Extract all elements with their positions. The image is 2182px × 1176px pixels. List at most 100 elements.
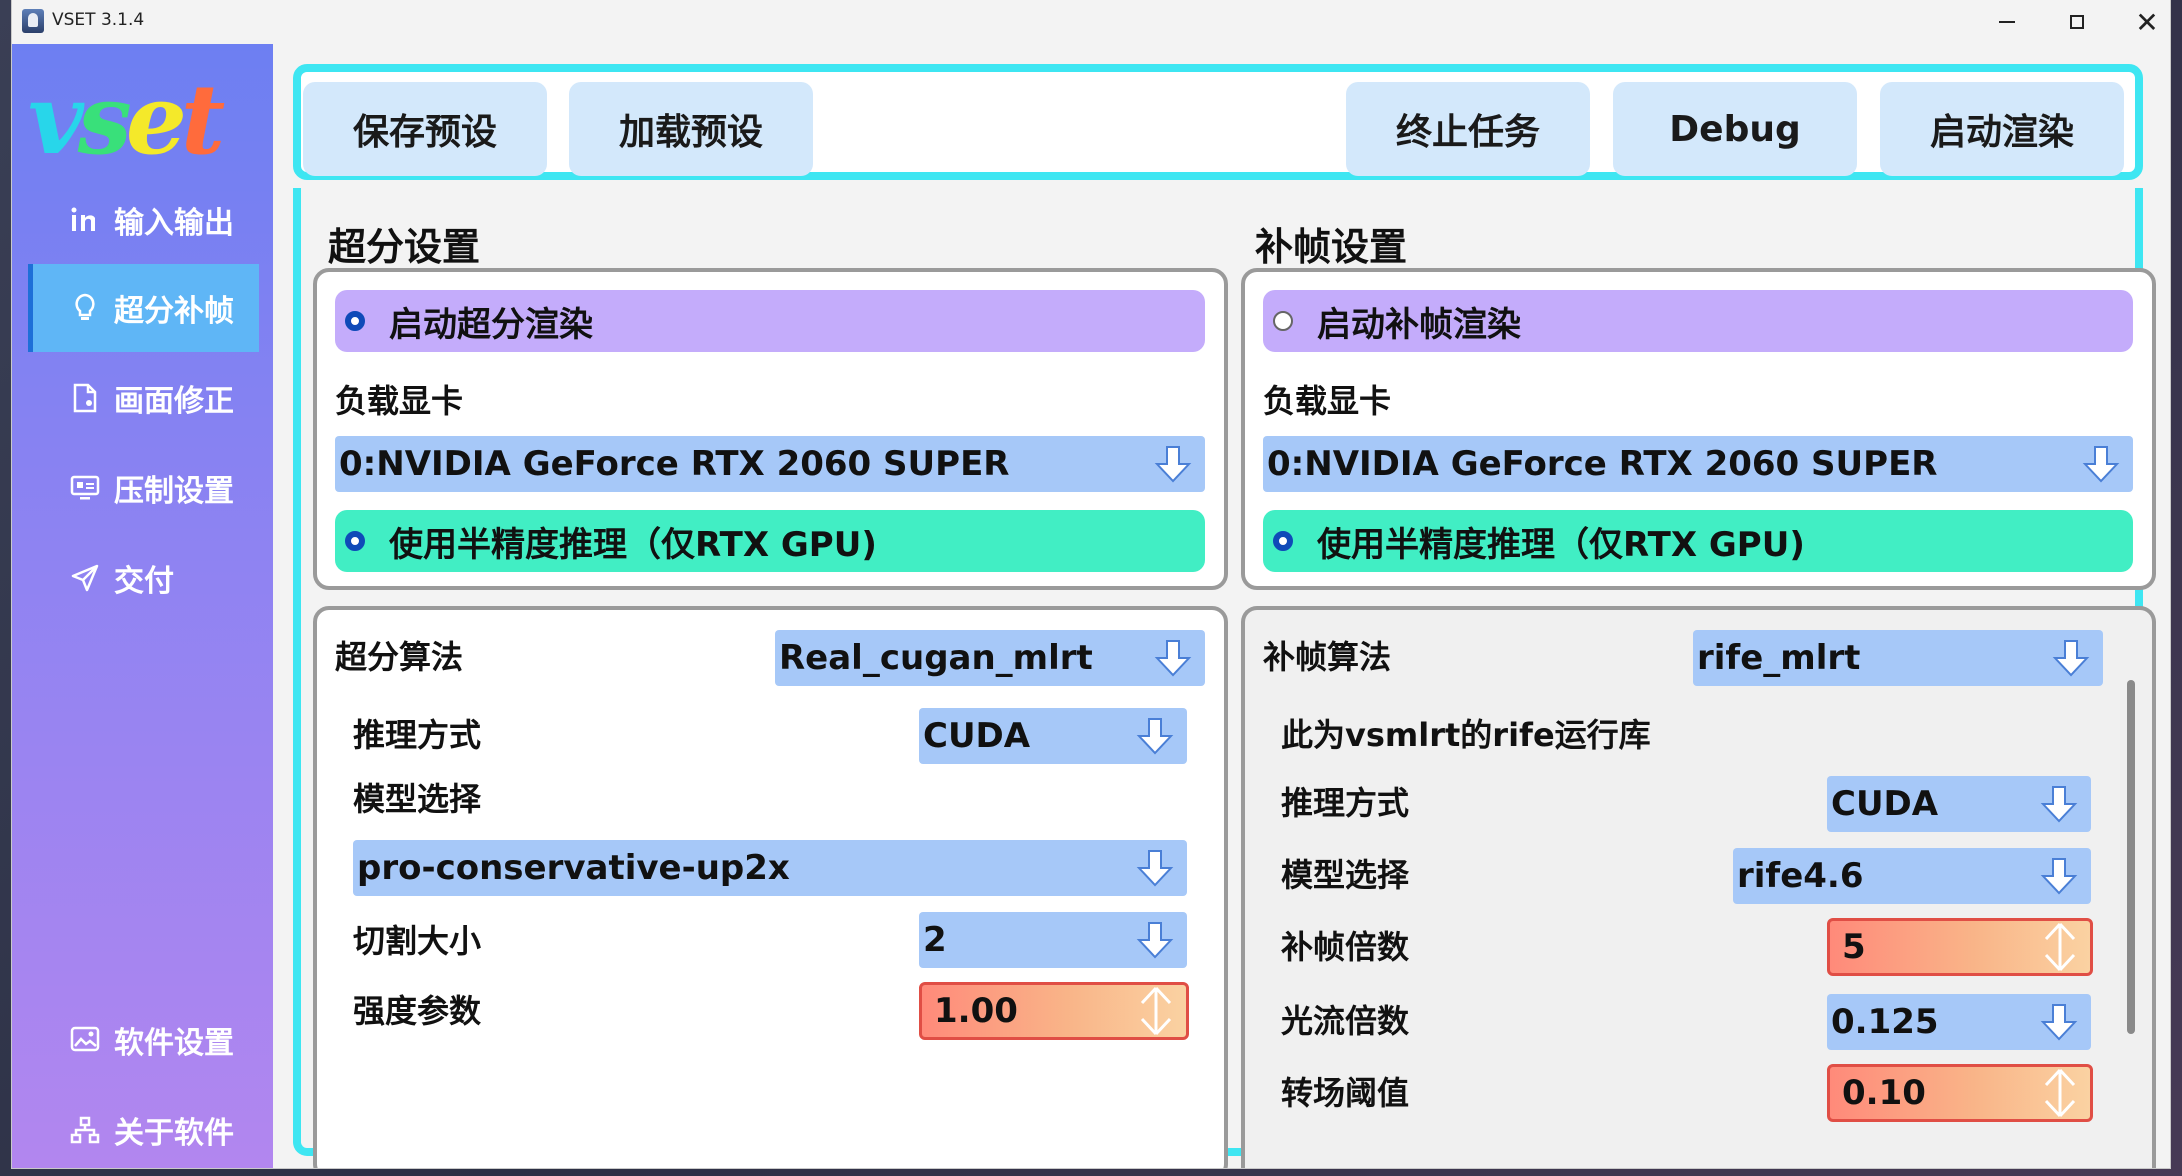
maximize-icon [2070, 15, 2084, 29]
radio-checked-icon [1273, 531, 1293, 551]
vfi-note: 此为vsmlrt的rife运行库 [1281, 716, 1651, 754]
vfi-scrollbar[interactable] [2127, 680, 2135, 1034]
sidebar-item-sr-vfi[interactable]: 超分补帧 [28, 264, 259, 352]
vfi-algo-select[interactable]: rife_mlrt [1693, 630, 2103, 686]
up-down-arrow-icon[interactable] [2040, 921, 2080, 973]
sitemap-icon [68, 1113, 102, 1147]
chevron-down-icon [1154, 446, 1192, 483]
chevron-down-icon [1136, 922, 1174, 959]
chevron-down-icon [1136, 718, 1174, 755]
maximize-button[interactable] [2042, 0, 2112, 44]
sidebar-item-encode[interactable]: 压制设置 [28, 444, 254, 532]
chevron-down-icon [2082, 446, 2120, 483]
sidebar-item-label: 输入输出 [114, 206, 234, 241]
sr-algo-panel: 超分算法 Real_cugan_mlrt 推理方式 CUDA 模型选择 pro-… [313, 606, 1228, 1168]
chevron-down-icon [2040, 1004, 2078, 1041]
sr-strength-value: 1.00 [934, 991, 1018, 1031]
sr-gpu-label: 负载显卡 [335, 382, 464, 420]
sr-tile-value: 2 [923, 920, 947, 960]
bulb-icon [68, 291, 102, 325]
sidebar-item-label: 关于软件 [114, 1116, 234, 1151]
sr-algo-value: Real_cugan_mlrt [779, 638, 1093, 678]
sr-algo-label: 超分算法 [335, 638, 464, 676]
in-icon [68, 203, 102, 237]
sr-model-select[interactable]: pro-conservative-up2x [353, 840, 1187, 896]
radio-checked-icon [345, 531, 365, 551]
sidebar: vset 输入输出 超分补帧 画面修正 压制设置 交付 软件设置 关于软件 [12, 44, 273, 1168]
vfi-multi-spinbox[interactable]: 5 [1827, 918, 2093, 976]
sr-gpu-select[interactable]: 0:NVIDIA GeForce RTX 2060 SUPER [335, 436, 1205, 492]
sr-enable-radio[interactable]: 启动超分渲染 [335, 290, 1205, 352]
load-preset-button[interactable]: 加载预设 [569, 82, 813, 176]
vfi-infer-select[interactable]: CUDA [1827, 776, 2091, 832]
minimize-button[interactable] [1972, 0, 2042, 44]
sidebar-item-about[interactable]: 关于软件 [28, 1086, 254, 1168]
sr-model-value: pro-conservative-up2x [357, 848, 790, 888]
vfi-algo-panel: 补帧算法 rife_mlrt 此为vsmlrt的rife运行库 推理方式 CUD… [1241, 606, 2156, 1168]
chevron-down-icon [2040, 786, 2078, 823]
vfi-multi-label: 补帧倍数 [1281, 928, 1410, 966]
sidebar-item-label: 画面修正 [114, 384, 234, 419]
vfi-enable-label: 启动补帧渲染 [1317, 304, 1521, 345]
chevron-down-icon [1154, 640, 1192, 677]
debug-button[interactable]: Debug [1613, 82, 1857, 176]
sr-device-panel: 启动超分渲染 负载显卡 0:NVIDIA GeForce RTX 2060 SU… [313, 268, 1228, 590]
vfi-model-select[interactable]: rife4.6 [1733, 848, 2091, 904]
sidebar-item-label: 软件设置 [114, 1026, 234, 1061]
image-settings-icon [68, 1023, 102, 1057]
radio-unchecked-icon [1273, 311, 1293, 331]
up-down-arrow-icon[interactable] [2040, 1067, 2080, 1119]
minimize-icon [1999, 21, 2015, 23]
sr-strength-spinbox[interactable]: 1.00 [919, 982, 1189, 1040]
vfi-scene-value: 0.10 [1842, 1073, 1926, 1113]
sr-algo-select[interactable]: Real_cugan_mlrt [775, 630, 1205, 686]
document-icon [68, 381, 102, 415]
up-down-arrow-icon[interactable] [1136, 985, 1176, 1037]
sidebar-item-label: 压制设置 [114, 474, 234, 509]
sr-half-precision-radio[interactable]: 使用半精度推理（仅RTX GPU) [335, 510, 1205, 572]
sr-infer-value: CUDA [923, 716, 1031, 756]
sr-infer-select[interactable]: CUDA [919, 708, 1187, 764]
send-icon [68, 561, 102, 595]
sidebar-item-io[interactable]: 输入输出 [28, 176, 254, 264]
sidebar-item-deliver[interactable]: 交付 [28, 534, 254, 622]
vfi-infer-value: CUDA [1831, 784, 1939, 824]
vfi-enable-radio[interactable]: 启动补帧渲染 [1263, 290, 2133, 352]
vfi-flow-value: 0.125 [1831, 1002, 1939, 1042]
vfi-algo-label: 补帧算法 [1263, 638, 1392, 676]
toolbar-frame: 保存预设 加载预设 终止任务 Debug 启动渲染 [293, 64, 2143, 180]
sr-model-label: 模型选择 [353, 780, 482, 818]
app-icon [22, 9, 44, 33]
vfi-half-label: 使用半精度推理（仅RTX GPU) [1317, 524, 1805, 565]
vfi-gpu-select[interactable]: 0:NVIDIA GeForce RTX 2060 SUPER [1263, 436, 2133, 492]
close-icon: ✕ [2135, 5, 2159, 39]
stop-task-button[interactable]: 终止任务 [1346, 82, 1590, 176]
close-button[interactable]: ✕ [2112, 0, 2170, 44]
sr-tile-select[interactable]: 2 [919, 912, 1187, 968]
save-preset-button[interactable]: 保存预设 [303, 82, 547, 176]
vfi-algo-value: rife_mlrt [1697, 638, 1861, 678]
sidebar-item-settings[interactable]: 软件设置 [28, 996, 254, 1084]
vfi-flow-select[interactable]: 0.125 [1827, 994, 2091, 1050]
sidebar-item-label: 交付 [114, 564, 174, 599]
vfi-scene-label: 转场阈值 [1281, 1074, 1410, 1112]
vfi-model-label: 模型选择 [1281, 856, 1410, 894]
sr-strength-label: 强度参数 [353, 992, 482, 1030]
sidebar-item-label: 超分补帧 [114, 294, 234, 329]
vfi-half-precision-radio[interactable]: 使用半精度推理（仅RTX GPU) [1263, 510, 2133, 572]
sr-tile-label: 切割大小 [353, 922, 482, 960]
sr-half-label: 使用半精度推理（仅RTX GPU) [389, 524, 877, 565]
vfi-infer-label: 推理方式 [1281, 784, 1410, 822]
vfi-scene-spinbox[interactable]: 0.10 [1827, 1064, 2093, 1122]
sr-gpu-value: 0:NVIDIA GeForce RTX 2060 SUPER [339, 444, 1010, 484]
vfi-section-title: 补帧设置 [1255, 225, 1408, 269]
vfi-flow-label: 光流倍数 [1281, 1002, 1410, 1040]
app-window: VSET 3.1.4 ✕ vset 输入输出 超分补帧 画面修正 压制设置 交付… [12, 0, 2170, 1168]
sr-section-title: 超分设置 [328, 225, 481, 269]
sidebar-item-correction[interactable]: 画面修正 [28, 354, 254, 442]
radio-checked-icon [345, 311, 365, 331]
start-render-button[interactable]: 启动渲染 [1880, 82, 2124, 176]
vfi-gpu-label: 负载显卡 [1263, 382, 1392, 420]
chevron-down-icon [2040, 858, 2078, 895]
vfi-multi-value: 5 [1842, 927, 1866, 967]
